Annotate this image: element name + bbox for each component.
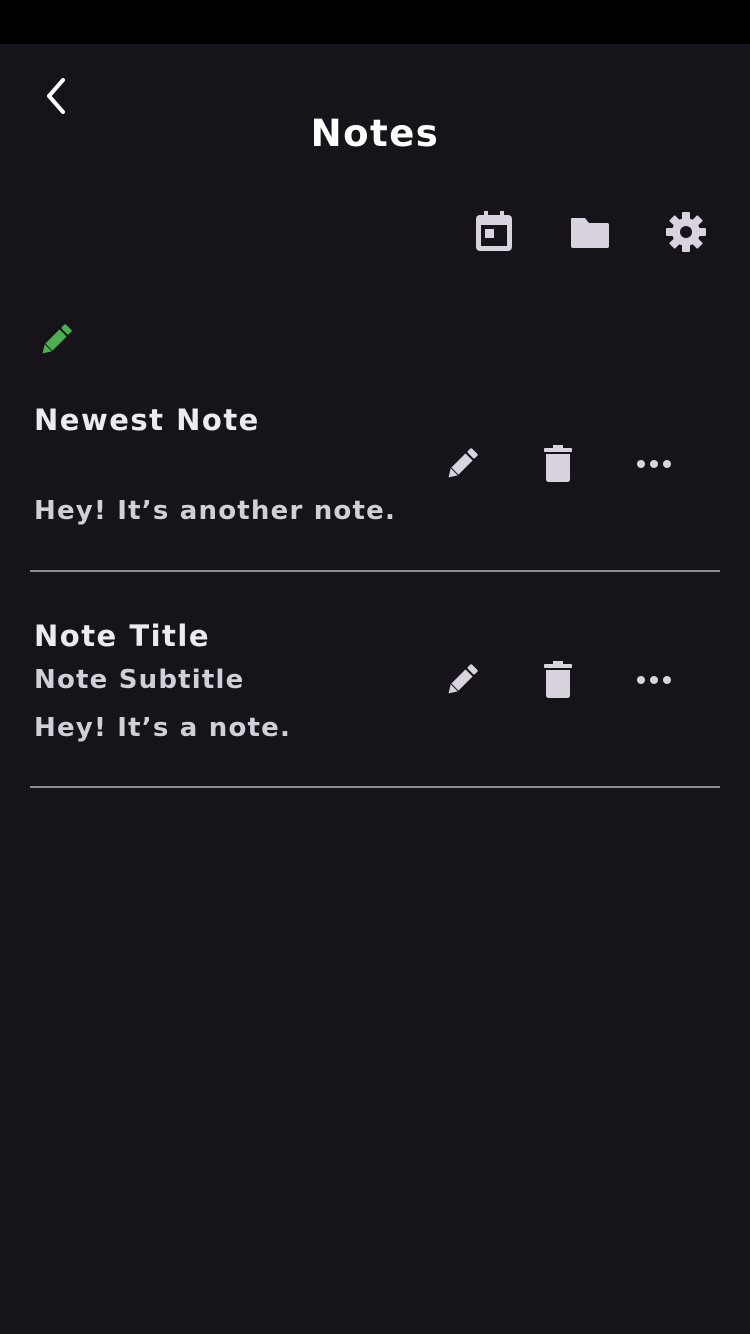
edit-icon	[448, 664, 478, 694]
delete-note-button[interactable]	[532, 654, 584, 706]
edit-note-button[interactable]	[436, 438, 488, 490]
calendar-button[interactable]	[468, 206, 520, 258]
edit-note-button[interactable]	[436, 654, 488, 706]
folder-button[interactable]	[564, 206, 616, 258]
divider	[30, 570, 720, 572]
note-body: Hey! It’s another note.	[34, 496, 397, 526]
delete-note-button[interactable]	[532, 438, 584, 490]
note-item[interactable]: Note Title Note Subtitle Hey! It’s a not…	[30, 612, 720, 790]
pencil-icon	[42, 324, 72, 354]
status-bar	[0, 0, 750, 44]
more-icon	[637, 676, 671, 684]
note-body: Hey! It’s a note.	[34, 713, 292, 743]
note-title: Note Title	[34, 619, 211, 653]
note-subtitle: Note Subtitle	[34, 665, 245, 695]
trash-icon	[544, 445, 572, 482]
more-options-button[interactable]	[628, 654, 680, 706]
new-note-button[interactable]	[30, 314, 82, 366]
edit-icon	[448, 448, 478, 478]
divider	[30, 786, 720, 788]
calendar-icon	[476, 211, 512, 251]
note-title: Newest Note	[34, 403, 260, 437]
notes-screen: Notes Newest Note Hey! It’s another note…	[0, 0, 750, 1334]
more-icon	[637, 460, 671, 468]
settings-gear-icon	[666, 212, 706, 252]
page-title: Notes	[310, 112, 440, 155]
folder-icon	[571, 218, 609, 248]
trash-icon	[544, 661, 572, 698]
more-options-button[interactable]	[628, 438, 680, 490]
settings-button[interactable]	[660, 206, 712, 258]
note-item[interactable]: Newest Note Hey! It’s another note.	[30, 396, 720, 574]
